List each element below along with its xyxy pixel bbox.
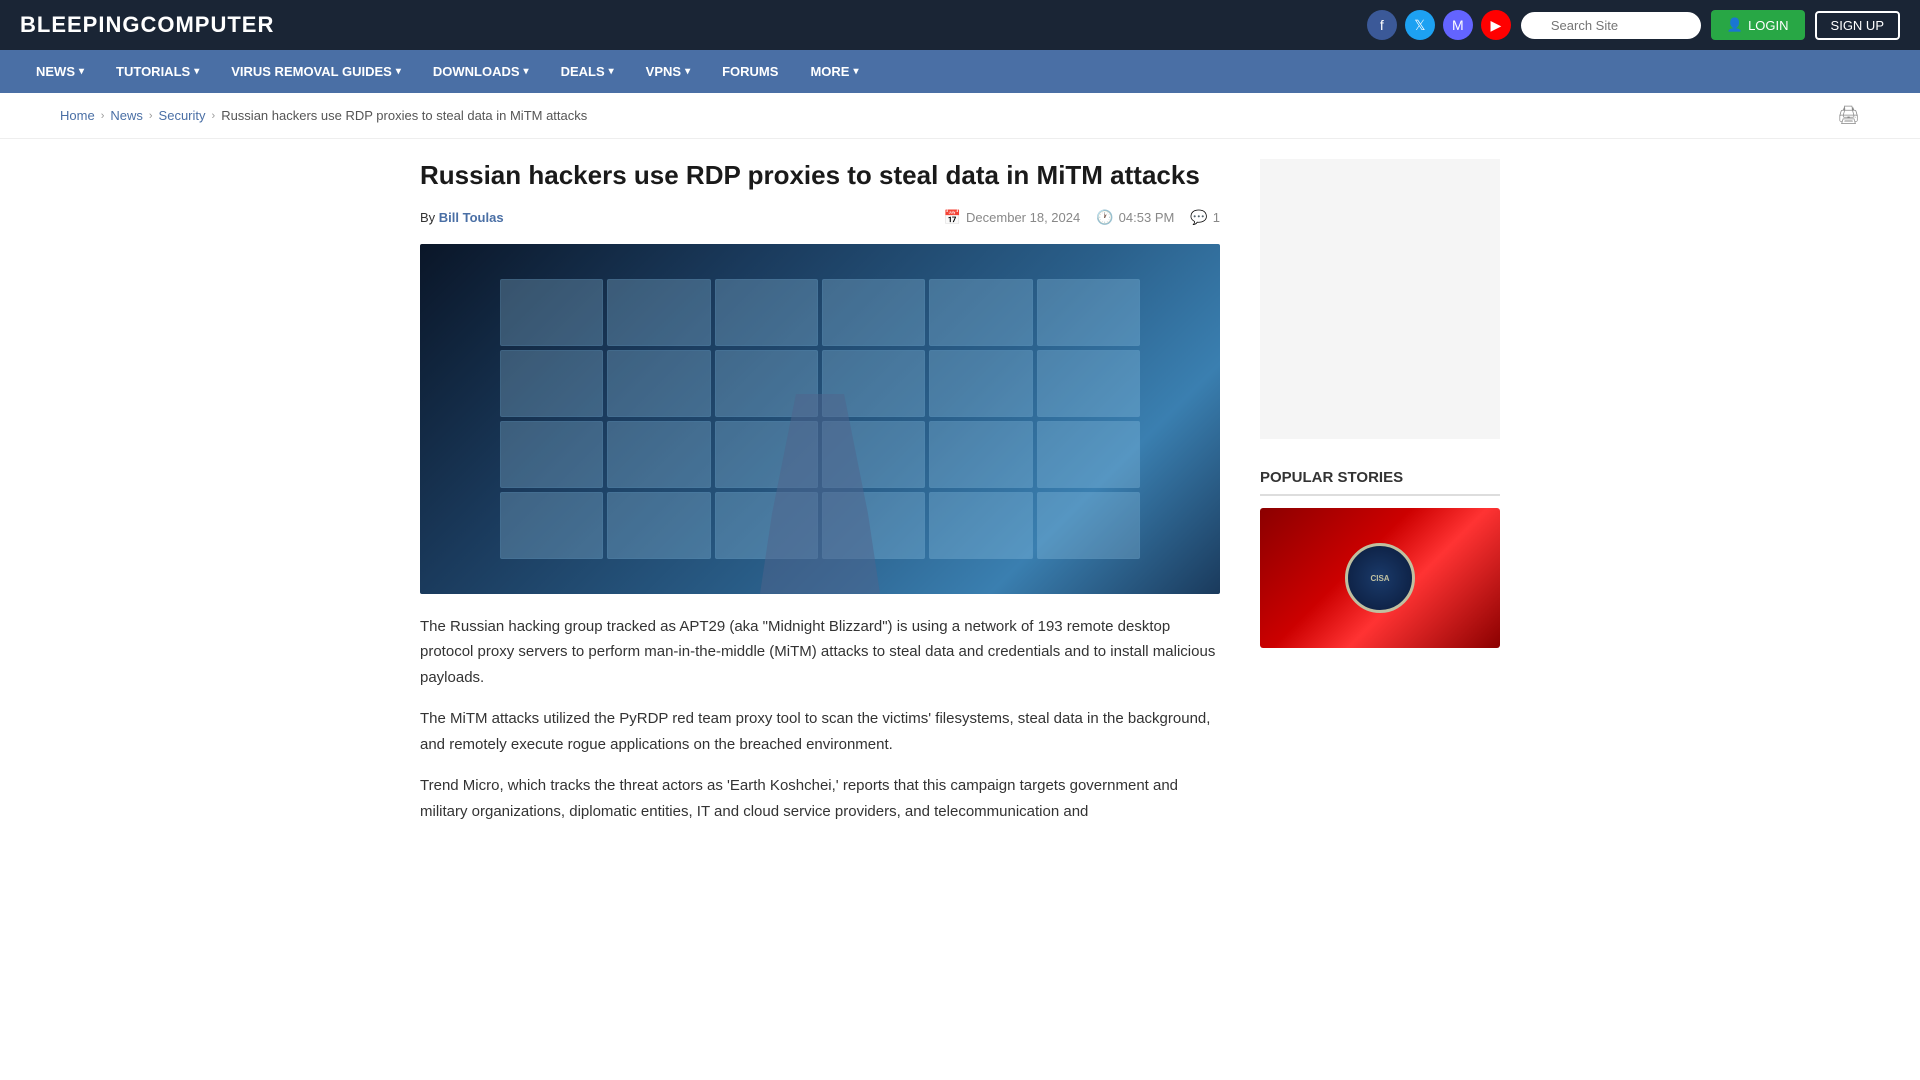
chevron-down-icon: ▾ <box>396 66 401 77</box>
popular-story-image[interactable]: CISA <box>1260 508 1500 648</box>
monitor-cell <box>929 279 1032 346</box>
nav-vpns[interactable]: VPNS ▾ <box>630 50 706 93</box>
mastodon-icon[interactable]: M <box>1443 10 1473 40</box>
article-section: Russian hackers use RDP proxies to steal… <box>420 159 1220 840</box>
nav-downloads[interactable]: DOWNLOADS ▾ <box>417 50 545 93</box>
breadcrumb-news[interactable]: News <box>110 108 143 123</box>
monitor-cell <box>1037 421 1140 488</box>
monitor-cell <box>607 279 710 346</box>
monitor-cell <box>929 492 1032 559</box>
search-input[interactable] <box>1521 12 1701 39</box>
social-icons: f 𝕏 M ▶ <box>1367 10 1511 40</box>
sidebar: POPULAR STORIES CISA <box>1260 159 1500 840</box>
monitor-cell <box>1037 279 1140 346</box>
nav-virus-removal[interactable]: VIRUS REMOVAL GUIDES ▾ <box>215 50 417 93</box>
chevron-down-icon: ▾ <box>524 66 529 77</box>
monitor-cell <box>500 350 603 417</box>
monitor-cell <box>1037 350 1140 417</box>
monitor-cell <box>1037 492 1140 559</box>
facebook-icon[interactable]: f <box>1367 10 1397 40</box>
monitor-cell <box>607 421 710 488</box>
nav-news[interactable]: NEWS ▾ <box>20 50 100 93</box>
article-body: The Russian hacking group tracked as APT… <box>420 614 1220 825</box>
site-header: BLEEPINGCOMPUTER f 𝕏 M ▶ 🔍 👤 LOGIN SIGN … <box>0 0 1920 50</box>
nav-forums[interactable]: FORUMS <box>706 50 794 93</box>
article-paragraph: Trend Micro, which tracks the threat act… <box>420 773 1220 824</box>
breadcrumb-separator: › <box>212 110 216 122</box>
monitor-cell <box>607 350 710 417</box>
header-right: f 𝕏 M ▶ 🔍 👤 LOGIN SIGN UP <box>1367 10 1900 40</box>
youtube-icon[interactable]: ▶ <box>1481 10 1511 40</box>
monitor-cell <box>500 492 603 559</box>
monitor-cell <box>822 279 925 346</box>
breadcrumb-home[interactable]: Home <box>60 108 95 123</box>
monitor-cell <box>929 421 1032 488</box>
chevron-down-icon: ▾ <box>79 66 84 77</box>
login-button[interactable]: 👤 LOGIN <box>1711 10 1805 40</box>
nav-more[interactable]: MORE ▾ <box>794 50 874 93</box>
breadcrumb: Home › News › Security › Russian hackers… <box>60 108 587 123</box>
article-author: By Bill Toulas <box>420 210 504 225</box>
breadcrumb-section: Home › News › Security › Russian hackers… <box>0 93 1920 139</box>
signup-button[interactable]: SIGN UP <box>1815 11 1900 40</box>
monitor-cell <box>500 421 603 488</box>
breadcrumb-current: Russian hackers use RDP proxies to steal… <box>221 108 587 123</box>
breadcrumb-separator: › <box>149 110 153 122</box>
author-link[interactable]: Bill Toulas <box>439 210 504 225</box>
comment-icon: 💬 <box>1190 209 1207 226</box>
main-container: Russian hackers use RDP proxies to steal… <box>360 139 1560 860</box>
search-wrapper: 🔍 <box>1521 12 1701 39</box>
nav-tutorials[interactable]: TUTORIALS ▾ <box>100 50 215 93</box>
article-title: Russian hackers use RDP proxies to steal… <box>420 159 1220 193</box>
monitor-cell <box>929 350 1032 417</box>
monitor-cell <box>607 492 710 559</box>
nav-deals[interactable]: DEALS ▾ <box>545 50 630 93</box>
chevron-down-icon: ▾ <box>685 66 690 77</box>
breadcrumb-security[interactable]: Security <box>159 108 206 123</box>
clock-icon: 🕐 <box>1096 209 1113 226</box>
meta-right: 📅 December 18, 2024 🕐 04:53 PM 💬 1 <box>944 209 1220 226</box>
site-logo[interactable]: BLEEPINGCOMPUTER <box>20 12 274 38</box>
breadcrumb-separator: › <box>101 110 105 122</box>
calendar-icon: 📅 <box>944 209 961 226</box>
article-paragraph: The Russian hacking group tracked as APT… <box>420 614 1220 691</box>
sidebar-ad <box>1260 159 1500 439</box>
monitor-cell <box>500 279 603 346</box>
article-meta: By Bill Toulas 📅 December 18, 2024 🕐 04:… <box>420 209 1220 226</box>
popular-stories-title: POPULAR STORIES <box>1260 469 1500 496</box>
main-nav: NEWS ▾ TUTORIALS ▾ VIRUS REMOVAL GUIDES … <box>0 50 1920 93</box>
monitor-cell <box>715 279 818 346</box>
article-comments[interactable]: 💬 1 <box>1190 209 1220 226</box>
article-time: 🕐 04:53 PM <box>1096 209 1174 226</box>
user-icon: 👤 <box>1727 17 1743 33</box>
chevron-down-icon: ▾ <box>609 66 614 77</box>
twitter-icon[interactable]: 𝕏 <box>1405 10 1435 40</box>
article-image <box>420 244 1220 594</box>
article-date: 📅 December 18, 2024 <box>944 209 1081 226</box>
chevron-down-icon: ▾ <box>194 66 199 77</box>
chevron-down-icon: ▾ <box>853 66 858 77</box>
article-paragraph: The MiTM attacks utilized the PyRDP red … <box>420 706 1220 757</box>
cisa-badge: CISA <box>1345 543 1415 613</box>
print-icon[interactable]: 🖨 <box>1837 105 1860 126</box>
